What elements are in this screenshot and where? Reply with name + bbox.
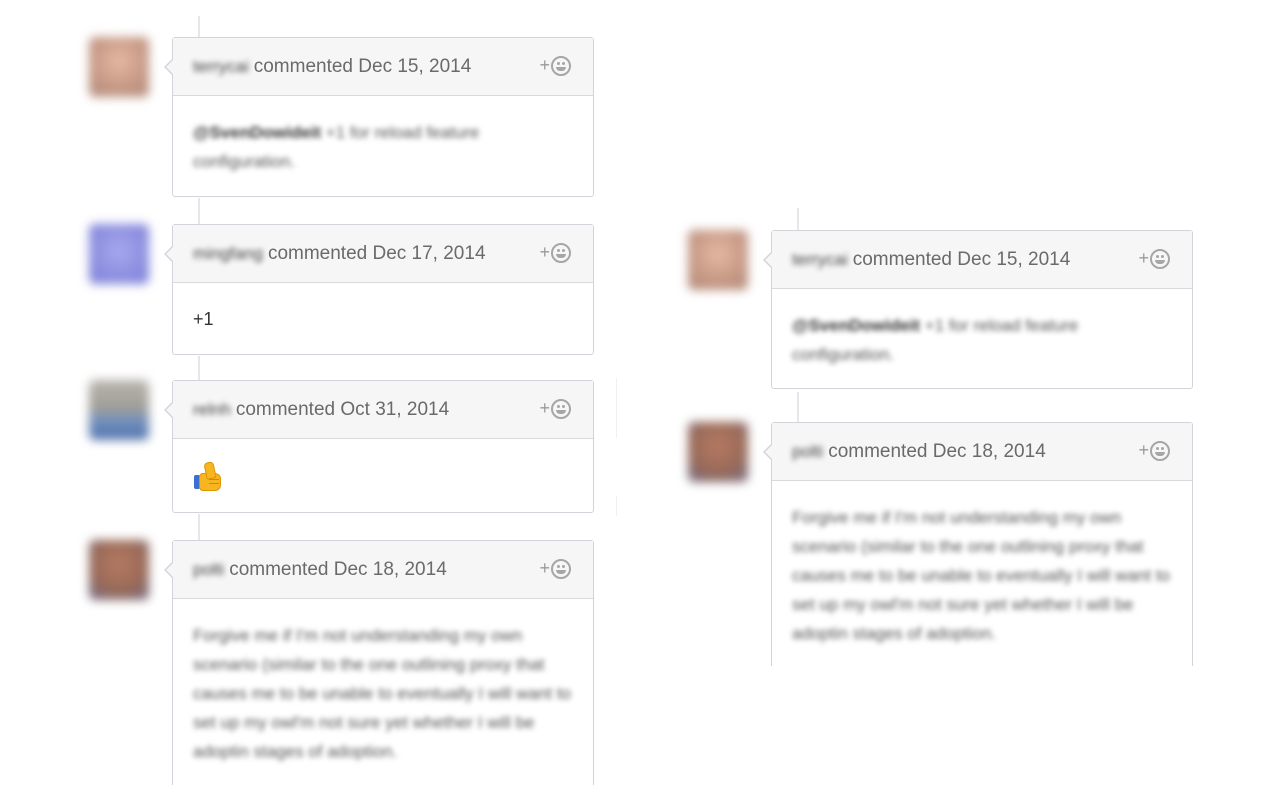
comment-author[interactable]: mingfang [193, 244, 263, 264]
comment-header: polti commented Dec 18, 2014 + [772, 423, 1192, 481]
comment-timestamp[interactable]: commented Dec 15, 2014 [853, 249, 1071, 271]
reaction-plus: + [539, 398, 550, 418]
avatar[interactable] [688, 422, 748, 482]
reaction-plus: + [1138, 248, 1149, 268]
comment-body-clip: Forgive me if I'm not understanding my o… [772, 481, 1192, 667]
avatar[interactable] [89, 540, 149, 600]
comment-body [173, 439, 593, 516]
comment-author[interactable]: polti [792, 442, 823, 462]
timeline-line [198, 356, 200, 380]
timeline-line [797, 208, 799, 230]
add-reaction-button[interactable]: + [539, 55, 571, 76]
comment-author[interactable]: relnh [193, 400, 231, 420]
comment-timestamp[interactable]: commented Dec 18, 2014 [229, 559, 447, 581]
user-mention[interactable]: @SvenDowideit [193, 123, 321, 142]
timeline-line [797, 392, 799, 422]
comment: relnh commented Oct 31, 2014 + [164, 380, 594, 516]
column-divider [616, 378, 617, 438]
avatar[interactable] [688, 230, 748, 290]
timeline-line [198, 16, 200, 38]
comment-header: terrycai commented Dec 15, 2014 + [772, 231, 1192, 289]
comment: polti commented Dec 18, 2014 + Forgive m… [164, 540, 594, 786]
reaction-plus: + [1138, 440, 1149, 460]
reaction-plus: + [539, 242, 550, 262]
add-reaction-button[interactable]: + [1138, 248, 1170, 269]
comment-body-clip: Forgive me if I'm not understanding my o… [173, 599, 593, 786]
comment-header: terrycai commented Dec 15, 2014 + [173, 38, 593, 96]
comment-text: +1 [193, 309, 214, 329]
comment: polti commented Dec 18, 2014 + Forgive m… [763, 422, 1193, 667]
smiley-icon [551, 558, 571, 579]
comment-timestamp[interactable]: commented Oct 31, 2014 [236, 399, 449, 421]
column-divider [616, 496, 617, 516]
comment-author[interactable]: polti [193, 560, 224, 580]
comment-body: @SvenDowideit +1 for reload feature conf… [772, 289, 1192, 385]
smiley-icon [551, 242, 571, 263]
comment-header: mingfang commented Dec 17, 2014 + [173, 225, 593, 283]
comment-header: relnh commented Oct 31, 2014 + [173, 381, 593, 439]
comment-body: Forgive me if I'm not understanding my o… [772, 481, 1192, 664]
thumbs-up-icon [193, 461, 221, 491]
comment: terrycai commented Dec 15, 2014 + @SvenD… [164, 37, 594, 197]
comment-body: Forgive me if I'm not understanding my o… [173, 599, 593, 782]
add-reaction-button[interactable]: + [539, 558, 571, 579]
reaction-plus: + [539, 558, 550, 578]
comment-author[interactable]: terrycai [193, 57, 249, 77]
comment-author[interactable]: terrycai [792, 250, 848, 270]
user-mention[interactable]: @SvenDowideit [792, 316, 920, 335]
comment: terrycai commented Dec 15, 2014 + @SvenD… [763, 230, 1193, 389]
smiley-icon [551, 398, 571, 419]
comment-text: Forgive me if I'm not understanding my o… [792, 508, 1170, 643]
smiley-icon [1150, 248, 1170, 269]
add-reaction-button[interactable]: + [539, 242, 571, 263]
add-reaction-button[interactable]: + [1138, 440, 1170, 461]
avatar[interactable] [89, 37, 149, 97]
comment: mingfang commented Dec 17, 2014 + +1 [164, 224, 594, 355]
comment-text: Forgive me if I'm not understanding my o… [193, 626, 571, 761]
add-reaction-button[interactable]: + [539, 398, 571, 419]
comment-header: polti commented Dec 18, 2014 + [173, 541, 593, 599]
timeline-line [198, 514, 200, 540]
comment-body: +1 [173, 283, 593, 350]
smiley-icon [551, 55, 571, 76]
comment-timestamp[interactable]: commented Dec 17, 2014 [268, 243, 486, 265]
timeline-line [198, 198, 200, 224]
comment-timestamp[interactable]: commented Dec 18, 2014 [828, 441, 1046, 463]
smiley-icon [1150, 440, 1170, 461]
avatar[interactable] [89, 224, 149, 284]
comment-timestamp[interactable]: commented Dec 15, 2014 [254, 56, 472, 78]
comment-body: @SvenDowideit +1 for reload feature conf… [173, 96, 593, 192]
avatar[interactable] [89, 380, 149, 440]
reaction-plus: + [539, 55, 550, 75]
